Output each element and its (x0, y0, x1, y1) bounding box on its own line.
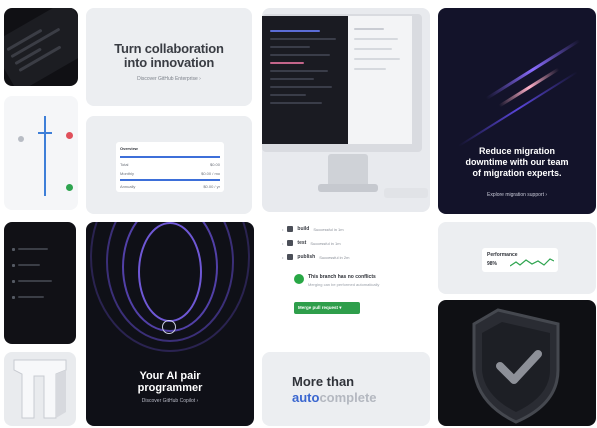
pricing-table-tile: Overview Total $0.00 Monthly $0.00 / mo An… (86, 116, 252, 214)
code-line (270, 30, 320, 32)
table-row: Annually $0.00 / yr (120, 183, 220, 189)
check-row: • publish Successful in 2m (282, 254, 349, 260)
pipeline-branch (38, 132, 52, 134)
bracket-graphic-tile (4, 352, 76, 426)
glow-ring (138, 222, 202, 322)
collaboration-title: Turn collaboration into innovation (114, 41, 224, 70)
autocomplete-demo: autocomplete (292, 390, 377, 405)
sparkline-icon (510, 258, 554, 267)
panel-line (354, 48, 392, 50)
check-detail: Successful in 1m (310, 240, 341, 246)
copilot-link[interactable]: Discover GitHub Copilot › (86, 398, 254, 404)
copilot-tile[interactable]: Your AI pair programmer Discover GitHub … (86, 222, 254, 426)
panel-line (354, 28, 384, 30)
sidebar-line (18, 264, 40, 266)
workflow-icon (287, 254, 294, 260)
table-header: Overview (120, 145, 138, 151)
sidebar-icon (12, 280, 15, 283)
success-node-icon (66, 184, 73, 191)
bracket-shape-icon (13, 359, 67, 419)
code-line (270, 46, 310, 48)
autocomplete-heading: More than (292, 374, 355, 389)
code-line (270, 78, 314, 80)
merge-status-subtitle: Merging can be performed automatically (308, 282, 380, 287)
code-line (270, 62, 304, 64)
workflow-icon (287, 226, 294, 232)
table-divider (120, 179, 220, 181)
code-line (270, 102, 322, 104)
migration-link[interactable]: Explore migration support › (438, 192, 596, 198)
table-card: Overview Total $0.00 Monthly $0.00 / mo An… (116, 142, 224, 192)
monitor-tile (262, 8, 430, 212)
pipeline-node (18, 136, 24, 142)
check-detail: Successful in 2m (319, 254, 350, 260)
failed-node-icon (66, 132, 73, 139)
shield-check-icon (472, 308, 560, 424)
copilot-title: Your AI pair programmer (137, 370, 203, 394)
checks-tile: • build Successful in 1m • test Successf… (262, 220, 430, 344)
table-row: Total $0.00 (120, 161, 220, 167)
check-name: test (297, 240, 307, 246)
light-beam (458, 71, 578, 147)
typed-text: auto (292, 390, 320, 405)
pipeline-line (44, 116, 46, 196)
sidebar-icon (12, 296, 15, 299)
sidebar-icon (12, 248, 15, 251)
ghost-suggestion: complete (319, 390, 377, 405)
sidebar-line (18, 280, 52, 282)
panel-line (354, 58, 400, 60)
table-divider (120, 156, 220, 158)
check-dot-icon: • (282, 226, 284, 232)
performance-value: 98% (487, 261, 498, 267)
code-line (270, 70, 328, 72)
monitor-base (318, 184, 378, 192)
monitor-side-panel (348, 16, 412, 144)
merge-status-title: This branch has no conflicts (308, 274, 376, 280)
panel-line (354, 68, 386, 70)
collaboration-tile[interactable]: Turn collaboration into innovation Disco… (86, 8, 252, 106)
panel-line (354, 38, 398, 40)
sidebar-preview-tile (4, 222, 76, 344)
sidebar-line (18, 296, 44, 298)
check-detail: Successful in 1m (313, 226, 344, 232)
device-tile (4, 8, 78, 86)
keyboard (384, 188, 428, 198)
check-circle-icon (294, 274, 304, 284)
migration-title: Reduce migration downtime with our team … (465, 146, 569, 178)
performance-card: Performance 98% (482, 248, 558, 272)
check-row: • test Successful in 1m (282, 240, 341, 246)
autocomplete-tile: More than autocomplete (262, 352, 430, 426)
check-name: publish (297, 254, 316, 260)
merge-pull-request-button[interactable]: Merge pull request ▾ (294, 302, 360, 314)
check-row: • build Successful in 1m (282, 226, 344, 232)
performance-tile: Performance 98% (438, 222, 596, 294)
copilot-icon (162, 320, 176, 334)
sidebar-line (18, 248, 48, 250)
migration-tile[interactable]: Reduce migration downtime with our team … (438, 8, 596, 214)
code-line (270, 94, 306, 96)
sidebar-icon (12, 264, 15, 267)
pipeline-tile (4, 96, 78, 210)
light-beam (485, 39, 581, 100)
code-line (270, 38, 336, 40)
check-dot-icon: • (282, 240, 284, 246)
table-row: Monthly $0.00 / mo (120, 170, 220, 176)
code-line (270, 86, 332, 88)
collaboration-link[interactable]: Discover GitHub Enterprise › (86, 76, 252, 82)
monitor-stand (328, 154, 368, 188)
security-tile (438, 300, 596, 426)
code-line (270, 54, 330, 56)
workflow-icon (287, 240, 294, 246)
check-dot-icon: • (282, 254, 284, 260)
device-screen (4, 8, 78, 86)
check-name: build (297, 226, 310, 232)
